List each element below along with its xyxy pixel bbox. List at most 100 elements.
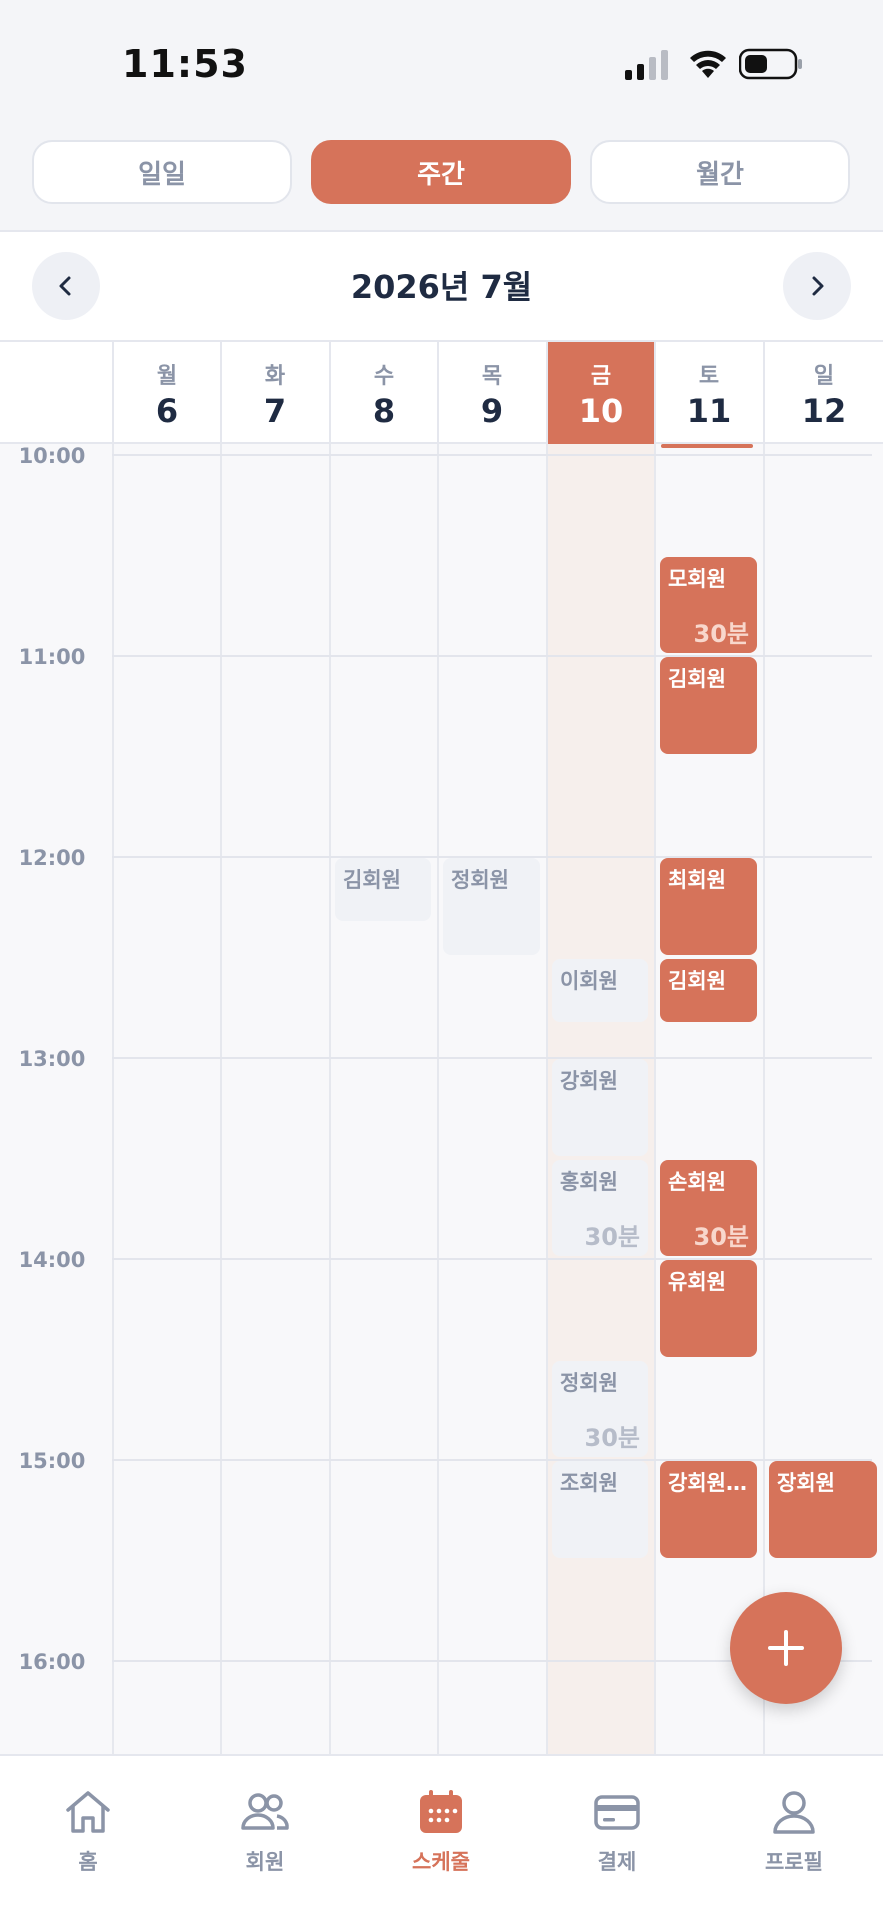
tab-profile[interactable]: 프로필 <box>729 1786 859 1876</box>
tab-label: 홈 <box>78 1850 98 1874</box>
members-icon <box>241 1793 289 1830</box>
hour-label: 10:00 <box>18 444 86 468</box>
tab-home[interactable]: 홈 <box>23 1786 153 1876</box>
next-month-button[interactable] <box>783 252 851 320</box>
schedule-event[interactable]: 이회원 <box>552 958 648 1022</box>
status-bar: 11:53 <box>0 0 883 120</box>
day-header-thu[interactable]: 목 9 <box>437 342 545 444</box>
grid-column-divider <box>763 444 765 1754</box>
view-daily-button[interactable]: 일일 <box>32 140 292 204</box>
event-member-name: 강회원 <box>560 1069 618 1093</box>
grid-column-divider <box>437 444 439 1754</box>
hour-gridline <box>112 454 872 456</box>
schedule-event[interactable]: 김회원 <box>335 858 431 921</box>
event-duration: 30분 <box>584 1424 640 1452</box>
view-weekly-label: 주간 <box>417 159 465 190</box>
tab-label: 스케줄 <box>412 1850 470 1874</box>
battery-icon <box>739 48 802 80</box>
day-header-sun[interactable]: 일 12 <box>763 342 883 444</box>
view-weekly-button[interactable]: 주간 <box>311 140 571 204</box>
day-name: 월 <box>156 364 178 389</box>
grid-column-divider <box>112 444 114 1754</box>
day-header-mon[interactable]: 월 6 <box>112 342 220 444</box>
tab-schedule[interactable]: 스케줄 <box>376 1786 506 1876</box>
hour-label: 13:00 <box>18 1047 86 1071</box>
plus-icon <box>768 1630 804 1666</box>
day-name: 일 <box>813 364 835 389</box>
hour-label: 16:00 <box>18 1650 86 1674</box>
wifi-icon <box>690 50 726 78</box>
view-mode-switch: 일일 주간 월간 <box>0 120 883 230</box>
calendar-icon <box>420 1790 462 1833</box>
day-header-tue[interactable]: 화 7 <box>220 342 328 444</box>
schedule-event[interactable]: 최회원 <box>660 858 757 955</box>
tab-label: 프로필 <box>765 1850 823 1874</box>
event-duration: 30분 <box>693 620 749 648</box>
event-member-name: 정회원 <box>451 868 509 892</box>
schedule-event[interactable]: 정회원 <box>443 858 540 955</box>
tab-payment[interactable]: 결제 <box>552 1786 682 1876</box>
event-member-name: 강회원... <box>668 1471 749 1495</box>
month-title: 2026년 7월 <box>350 268 533 306</box>
hour-label: 11:00 <box>18 645 86 669</box>
card-icon <box>594 1795 640 1830</box>
day-name: 수 <box>373 364 395 389</box>
day-number: 11 <box>686 392 732 430</box>
hour-gridline <box>112 1258 872 1260</box>
day-name: 토 <box>698 364 720 389</box>
home-icon <box>66 1791 110 1833</box>
hour-gridline <box>112 1057 872 1059</box>
view-daily-label: 일일 <box>138 159 186 190</box>
hour-gridline <box>112 1459 872 1461</box>
profile-icon <box>773 1791 815 1834</box>
hour-label: 12:00 <box>18 846 86 870</box>
cellular-signal-icon <box>625 50 668 80</box>
day-name: 화 <box>264 364 286 389</box>
view-monthly-button[interactable]: 월간 <box>590 140 850 204</box>
hour-gridline <box>112 655 872 657</box>
chevron-right-icon <box>812 276 824 296</box>
day-header-wed[interactable]: 수 8 <box>329 342 437 444</box>
event-member-name: 정회원 <box>560 1370 618 1395</box>
event-member-name: 유회원 <box>668 1270 726 1294</box>
schedule-event[interactable]: 조회원 <box>552 1461 648 1558</box>
event-member-name: 김회원 <box>343 868 401 892</box>
event-member-name: 모회원 <box>668 566 726 591</box>
schedule-event[interactable]: 강회원 <box>552 1059 648 1156</box>
current-time-indicator <box>661 444 753 448</box>
schedule-event[interactable]: 모회원 30분 <box>660 556 757 653</box>
bottom-tab-bar: 홈 회원 스케줄 결제 프로필 <box>0 1754 883 1920</box>
schedule-event[interactable]: 김회원 <box>660 657 757 754</box>
event-member-name: 김회원 <box>668 968 726 993</box>
hour-label: 15:00 <box>18 1449 86 1473</box>
event-duration: 30분 <box>693 1223 749 1251</box>
day-header-sat[interactable]: 토 11 <box>654 342 762 444</box>
grid-column-divider <box>220 444 222 1754</box>
event-member-name: 김회원 <box>668 667 726 691</box>
event-duration: 30분 <box>584 1223 640 1251</box>
schedule-event[interactable]: 정회원 30분 <box>552 1360 648 1457</box>
status-time: 11:53 <box>122 42 248 86</box>
week-schedule-grid[interactable]: 10:00 11:00 12:00 13:00 14:00 15:00 16:00 모회원 30… <box>0 444 883 1754</box>
tab-members[interactable]: 회원 <box>200 1786 330 1876</box>
day-number: 6 <box>155 392 179 430</box>
schedule-event[interactable]: 손회원 30분 <box>660 1159 757 1256</box>
schedule-event[interactable]: 유회원 <box>660 1260 757 1357</box>
schedule-event[interactable]: 강회원... <box>660 1461 757 1558</box>
hour-label: 14:00 <box>18 1248 86 1272</box>
grid-column-divider <box>546 444 548 1754</box>
day-number: 8 <box>372 392 396 430</box>
tab-label: 회원 <box>245 1850 285 1874</box>
add-schedule-button[interactable] <box>730 1592 842 1704</box>
day-number: 12 <box>801 392 847 430</box>
schedule-event[interactable]: 장회원 <box>769 1461 877 1558</box>
day-header-fri-today[interactable]: 금 10 <box>546 342 654 444</box>
schedule-event[interactable]: 김회원 <box>660 958 757 1022</box>
event-member-name: 손회원 <box>668 1169 726 1194</box>
grid-column-divider <box>329 444 331 1754</box>
day-number: 10 <box>578 392 624 430</box>
schedule-event[interactable]: 홍회원 30분 <box>552 1159 648 1256</box>
month-header: 2026년 7월 <box>0 230 883 340</box>
event-member-name: 조회원 <box>560 1471 618 1495</box>
grid-column-divider <box>654 444 656 1754</box>
